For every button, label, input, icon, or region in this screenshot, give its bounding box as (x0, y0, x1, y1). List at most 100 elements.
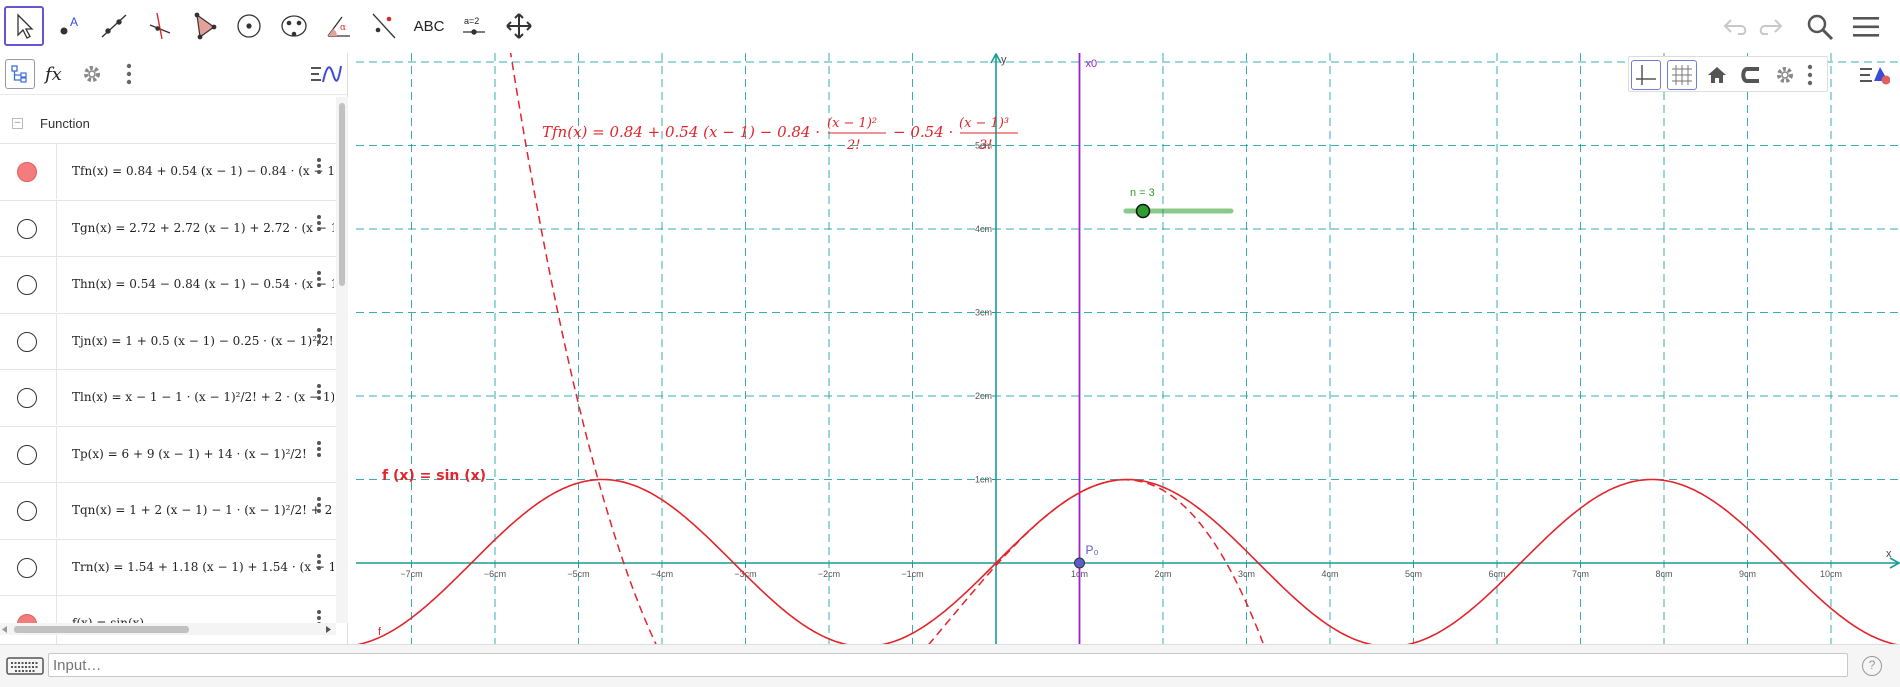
redo-button[interactable] (1754, 12, 1786, 42)
circle-tool-button[interactable] (229, 6, 269, 46)
algebra-sort-button[interactable] (5, 59, 35, 89)
row-divider (56, 257, 57, 312)
angle-tool-button[interactable]: α (319, 6, 359, 46)
taylor-polynomial-curve[interactable] (506, 53, 1276, 644)
row-more-icon[interactable] (316, 326, 322, 348)
algebra-vertical-scrollbar[interactable] (336, 97, 348, 669)
move-graphics-tool-button[interactable] (499, 6, 539, 46)
graphics-view[interactable]: xy−7cm−6cm−5cm−4cm−3cm−2cm−1cm1cm2cm3cm4… (356, 53, 1900, 644)
collapse-icon[interactable]: – (12, 118, 23, 129)
help-button[interactable]: ? (1862, 656, 1882, 676)
row-more-icon[interactable] (316, 156, 322, 178)
algebra-row[interactable]: Tp(x) = 6 + 9 (x − 1) + 14 · (x − 1)²/2! (0, 425, 336, 482)
algebra-formula[interactable]: Trn(x) = 1.54 + 1.18 (x − 1) + 1.54 · (x… (72, 560, 334, 574)
tree-view-icon (11, 65, 27, 83)
visibility-toggle[interactable] (17, 162, 37, 182)
y-axis-label: y (1001, 54, 1007, 66)
taylor-label-den1: 2! (846, 138, 861, 153)
conic-tool-button[interactable] (274, 6, 314, 46)
algebra-row[interactable]: Tln(x) = x − 1 − 1 · (x − 1)²/2! + 2 · (… (0, 369, 336, 425)
algebra-row[interactable]: Thn(x) = 0.54 − 0.84 (x − 1) − 0.54 · (x… (0, 256, 336, 312)
algebra-formula[interactable]: Tp(x) = 6 + 9 (x − 1) + 14 · (x − 1)²/2! (72, 447, 334, 461)
visibility-toggle[interactable] (17, 444, 37, 465)
move-tool-button[interactable] (4, 6, 44, 46)
point-tool-button[interactable]: A (49, 6, 89, 46)
point-capturing-button[interactable] (1736, 60, 1766, 90)
algebra-row[interactable]: Tfn(x) = 0.84 + 0.54 (x − 1) − 0.84 · (x… (0, 143, 336, 199)
function-group-header[interactable]: – Function (0, 103, 336, 143)
x-tick-label: 9cm (1739, 569, 1756, 579)
visibility-toggle[interactable] (17, 331, 37, 352)
keyboard-icon[interactable] (6, 657, 44, 675)
visibility-toggle[interactable] (17, 275, 37, 295)
line-tool-button[interactable] (94, 6, 134, 46)
algebra-horizontal-scrollbar[interactable] (0, 623, 336, 635)
toggle-graphics-style-bar-button[interactable] (1856, 60, 1892, 90)
row-more-icon[interactable] (316, 269, 322, 291)
algebra-formula[interactable]: Tqn(x) = 1 + 2 (x − 1) − 1 · (x − 1)²/2!… (72, 503, 334, 517)
polygon-tool-button[interactable] (184, 6, 224, 46)
perpendicular-icon (149, 12, 171, 40)
visibility-toggle[interactable] (17, 501, 37, 521)
algebra-settings-button[interactable] (77, 59, 107, 89)
point-p0-label: P₀ (1086, 543, 1099, 557)
gear-icon (1777, 67, 1793, 83)
algebra-row[interactable]: Tgn(x) = 2.72 + 2.72 (x − 1) + 2.72 · (x… (0, 199, 336, 256)
algebra-row[interactable]: Tqn(x) = 1 + 2 (x − 1) − 1 · (x − 1)²/2!… (0, 482, 336, 538)
algebra-formula[interactable]: Tjn(x) = 1 + 0.5 (x − 1) − 0.25 · (x − 1… (72, 334, 334, 348)
x-axis-label: x (1886, 548, 1892, 560)
algebra-formula[interactable]: Tgn(x) = 2.72 + 2.72 (x − 1) + 2.72 · (x… (72, 221, 334, 235)
undo-button[interactable] (1720, 12, 1752, 42)
visibility-toggle[interactable] (17, 218, 37, 239)
algebra-formula[interactable]: Thn(x) = 0.54 − 0.84 (x − 1) − 0.54 · (x… (72, 277, 334, 291)
visibility-toggle[interactable] (17, 388, 37, 408)
input-field[interactable] (48, 653, 1848, 677)
search-button[interactable] (1804, 12, 1836, 42)
slider-tool-button[interactable]: a=2 (454, 6, 494, 46)
main-menu-button[interactable] (1850, 12, 1882, 42)
x0-label: x0 (1086, 58, 1098, 70)
show-axes-button[interactable] (1631, 60, 1661, 90)
graphics-canvas[interactable]: xy−7cm−6cm−5cm−4cm−3cm−2cm−1cm1cm2cm3cm4… (356, 53, 1900, 644)
row-more-icon[interactable] (316, 382, 322, 404)
row-divider (56, 200, 57, 256)
text-tool-button[interactable]: ABC (409, 6, 449, 46)
algebra-more-button[interactable] (114, 59, 144, 89)
taylor-label-num2: (x − 1)³ (959, 116, 1009, 131)
toggle-style-bar-button[interactable] (308, 59, 344, 89)
algebra-description-button[interactable]: fx (41, 59, 71, 89)
x-tick-label: 10cm (1820, 569, 1842, 579)
row-more-icon[interactable] (316, 495, 322, 517)
row-more-icon[interactable] (316, 213, 322, 235)
undo-icon (1723, 19, 1747, 35)
algebra-row[interactable]: Tjn(x) = 1 + 0.5 (x − 1) − 0.25 · (x − 1… (0, 312, 336, 369)
more-vertical-icon (126, 63, 132, 85)
svg-text:fx: fx (43, 64, 62, 85)
point-icon: A (60, 15, 78, 35)
scroll-thumb[interactable] (14, 626, 189, 633)
sine-curve[interactable] (356, 478, 1900, 645)
standard-view-button[interactable] (1702, 60, 1732, 90)
reflect-tool-button[interactable] (364, 6, 404, 46)
algebra-formula[interactable]: Tln(x) = x − 1 − 1 · (x − 1)²/2! + 2 · (… (72, 390, 334, 404)
graphics-more-button[interactable] (1800, 60, 1820, 90)
scroll-left-arrow-icon[interactable] (2, 626, 7, 633)
point-capture-icon (1741, 67, 1759, 83)
slider-handle[interactable] (1135, 203, 1151, 219)
x-tick-label: 4cm (1321, 569, 1338, 579)
graphics-settings-button[interactable] (1770, 60, 1800, 90)
perpendicular-tool-button[interactable] (139, 6, 179, 46)
show-grid-button[interactable] (1667, 60, 1697, 90)
reflect-icon (372, 13, 396, 39)
toolbar: A α ABC a=2 (0, 0, 1900, 53)
point-p0[interactable] (1074, 557, 1085, 569)
x-tick-label: 2cm (1154, 569, 1171, 579)
row-more-icon[interactable] (316, 552, 322, 574)
row-more-icon[interactable] (316, 439, 322, 461)
y-tick-label: 4cm (975, 224, 992, 234)
scroll-right-arrow-icon[interactable] (326, 626, 331, 633)
scroll-thumb[interactable] (339, 103, 345, 286)
algebra-formula[interactable]: Tfn(x) = 0.84 + 0.54 (x − 1) − 0.84 · (x… (72, 164, 334, 178)
algebra-row[interactable]: Trn(x) = 1.54 + 1.18 (x − 1) + 1.54 · (x… (0, 538, 336, 595)
visibility-toggle[interactable] (17, 557, 37, 578)
